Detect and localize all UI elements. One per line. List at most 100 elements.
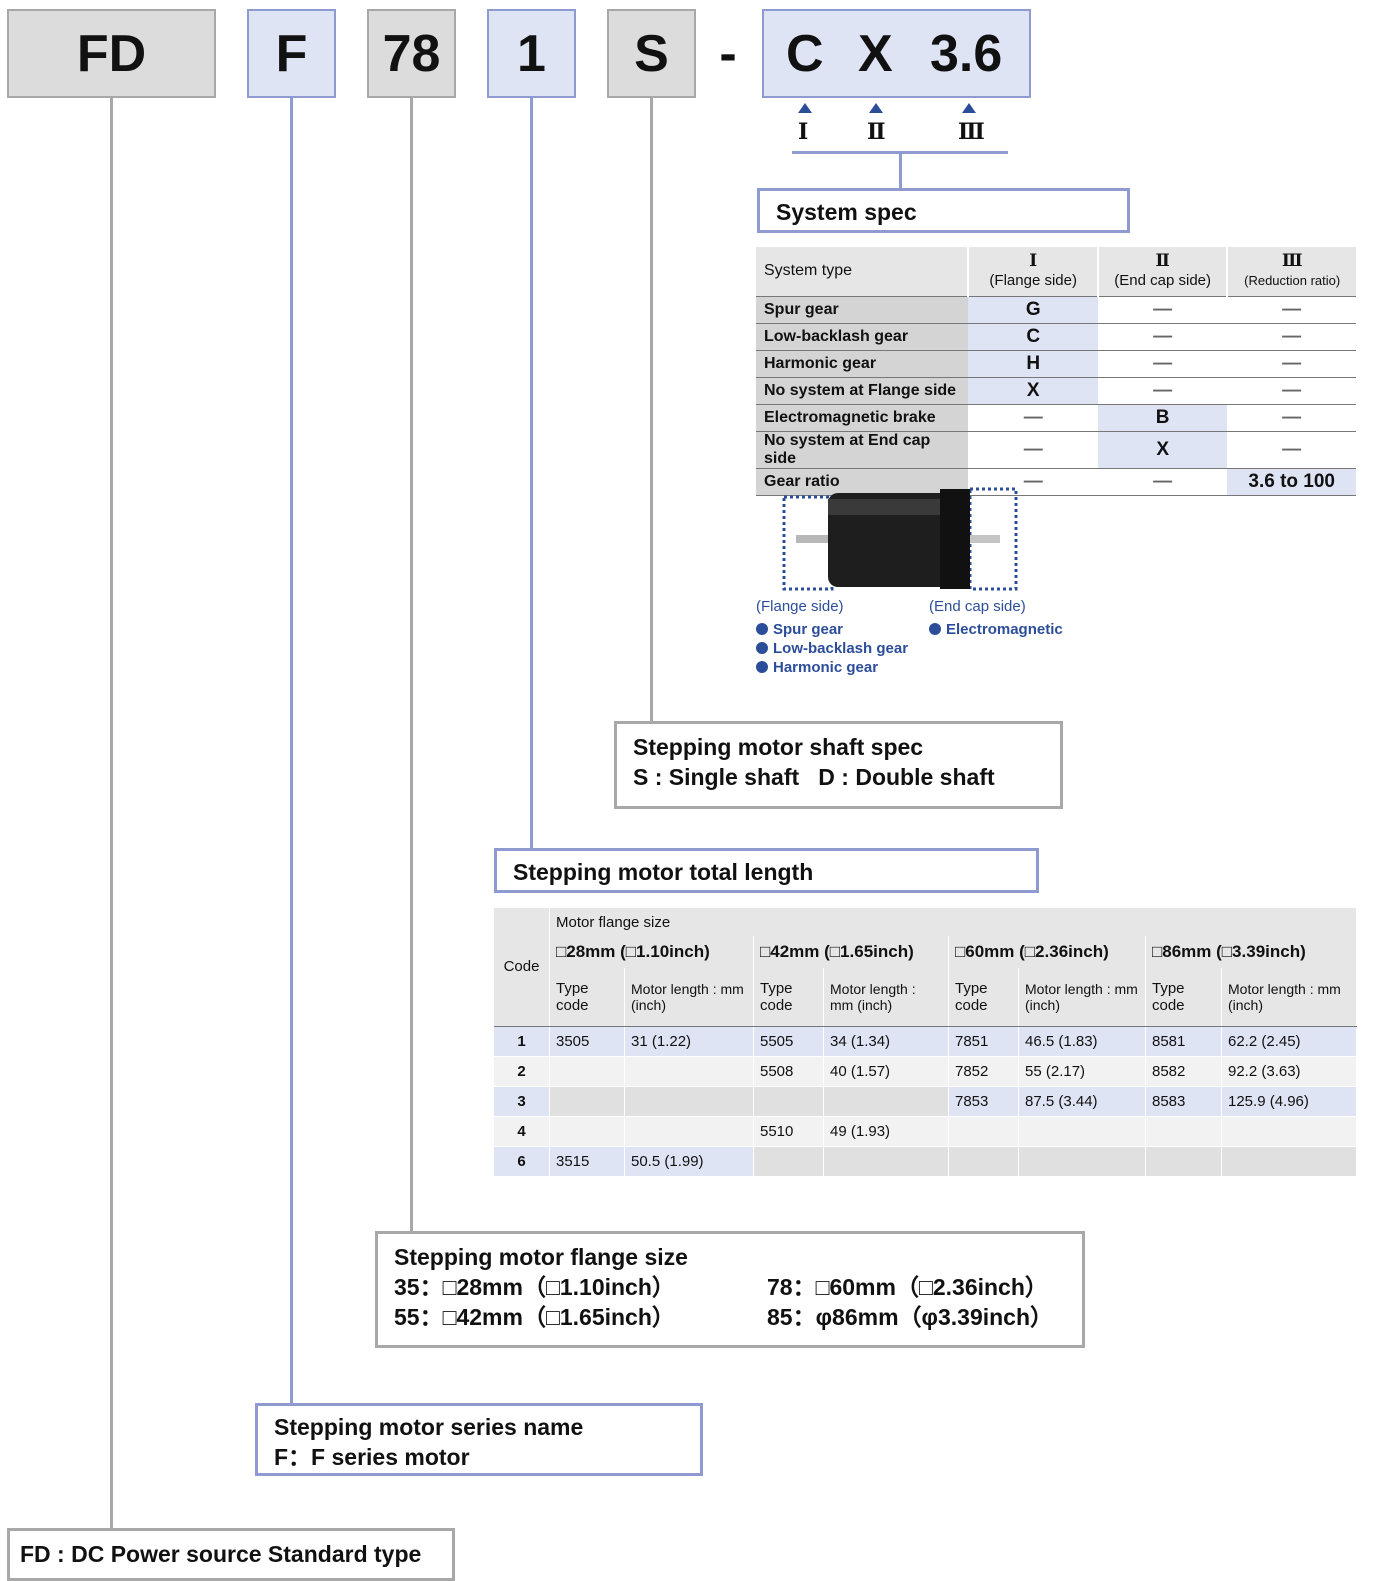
- table-cell: 55 (2.17): [1018, 1056, 1146, 1087]
- motor-length-header: Motor length : mm (inch): [624, 968, 754, 1027]
- flange-size-item: 85：φ86mm（φ3.39inch）: [767, 1304, 1054, 1330]
- system-row: No system at End cap side — X —: [756, 431, 1356, 469]
- table-cell: [823, 1086, 949, 1117]
- table-cell: 7851: [948, 1026, 1019, 1057]
- arrow-up-icon: [798, 103, 812, 113]
- type-code-header: Type code: [549, 968, 625, 1027]
- table-cell: [1145, 1146, 1222, 1177]
- table-cell: 5508: [753, 1056, 824, 1087]
- table-cell: [549, 1086, 625, 1117]
- flange-item-text: Low-backlash gear: [773, 640, 909, 657]
- table-cell: [624, 1086, 754, 1117]
- code-series-text: F: [275, 24, 308, 83]
- cell: —: [1227, 323, 1356, 351]
- code-flange-size-text: 78: [382, 24, 441, 83]
- system-row: Spur gear G — —: [756, 296, 1356, 324]
- roman-2: Ⅱ: [867, 119, 886, 145]
- table-row: 1 3505 31 (1.22) 5505 34 (1.34) 7851 46.5 (1.8…: [494, 1026, 1357, 1057]
- flange-size-box: Stepping motor flange size 35：□28mm（□1.1…: [375, 1231, 1085, 1348]
- series-box: Stepping motor series name F：F series mo…: [255, 1403, 703, 1476]
- system-row: No system at Flange side X — —: [756, 377, 1356, 405]
- flange-item: Spur gear: [756, 621, 843, 638]
- code-system: C X 3.6: [762, 9, 1031, 98]
- size-header: □42mm (□1.65inch): [753, 936, 949, 968]
- table-cell: 8581: [1145, 1026, 1222, 1057]
- bullet-icon: [929, 623, 941, 635]
- code-total-length: 1: [487, 9, 576, 98]
- row-code: 3: [494, 1086, 550, 1117]
- code-flange-size: 78: [367, 9, 456, 98]
- col2-sub: (End cap side): [1114, 272, 1212, 290]
- arrow-up-icon: [869, 103, 883, 113]
- col1-sub: (Flange side): [989, 272, 1077, 290]
- code-shaft: S: [607, 9, 696, 98]
- table-cell: [753, 1146, 824, 1177]
- motor-length-header: Motor length : mm (inch): [1221, 968, 1357, 1027]
- table-cell: 49 (1.93): [823, 1116, 949, 1147]
- flange-size-item: 55：□42mm（□1.65inch）: [394, 1304, 675, 1330]
- code-shaft-text: S: [634, 24, 669, 83]
- connector-fd: [110, 98, 113, 1528]
- size-header: □28mm (□1.10inch): [549, 936, 754, 968]
- flange-size-item: 35：□28mm（□1.10inch）: [394, 1274, 675, 1300]
- code-total-length-text: 1: [517, 24, 546, 83]
- motor-image: [782, 487, 1018, 591]
- roman-1: I: [798, 119, 809, 145]
- table-cell: 40 (1.57): [823, 1056, 949, 1087]
- table-cell: 34 (1.34): [823, 1026, 949, 1057]
- table-cell: [1018, 1116, 1146, 1147]
- cell: —: [1097, 468, 1228, 496]
- flange-item: Harmonic gear: [756, 659, 878, 676]
- table-cell: [1221, 1116, 1357, 1147]
- row-code: 1: [494, 1026, 550, 1057]
- table-cell: 50.5 (1.99): [624, 1146, 754, 1177]
- code-fd: FD: [7, 9, 216, 98]
- size-header: □60mm (□2.36inch): [948, 936, 1146, 968]
- total-length-title: Stepping motor total length: [494, 848, 1039, 893]
- col2-roman: Ⅱ: [1155, 251, 1170, 272]
- row-name: Spur gear: [756, 296, 969, 324]
- row-name: No system at Flange side: [756, 377, 969, 405]
- table-cell: [1221, 1146, 1357, 1177]
- table-cell: 5505: [753, 1026, 824, 1057]
- cell: —: [1227, 377, 1356, 405]
- cell: X: [968, 377, 1098, 405]
- fd-label-box: FD : DC Power source Standard type: [7, 1528, 455, 1581]
- size-header: □86mm (□3.39inch): [1145, 936, 1357, 968]
- cell: G: [968, 296, 1098, 324]
- cell: —: [1227, 431, 1356, 469]
- endcap-item: Electromagnetic: [929, 621, 1063, 638]
- bullet-icon: [756, 623, 768, 635]
- table-cell: 125.9 (4.96): [1221, 1086, 1357, 1117]
- connector-total-length: [530, 98, 533, 850]
- flange-item: Low-backlash gear: [756, 640, 908, 657]
- col3-roman: Ⅲ: [1281, 251, 1303, 272]
- table-row: 2 5508 40 (1.57) 7852 55 (2.17) 8582 92.2 (3.6…: [494, 1056, 1357, 1087]
- cell: X: [1097, 431, 1228, 469]
- flange-size-header: Motor flange size: [549, 908, 1357, 936]
- table-row: 4 5510 49 (1.93): [494, 1116, 1357, 1147]
- flange-size-title: Stepping motor flange size: [394, 1244, 688, 1270]
- cell: —: [1227, 404, 1356, 432]
- roman-3: Ⅲ: [958, 119, 985, 145]
- type-code-header: Type code: [1145, 968, 1222, 1027]
- table-cell: 62.2 (2.45): [1221, 1026, 1357, 1057]
- cell: —: [1097, 296, 1228, 324]
- type-code-header: Type code: [753, 968, 824, 1027]
- code-dash: -: [708, 9, 748, 98]
- flange-item-text: Spur gear: [773, 621, 844, 638]
- table-cell: [549, 1056, 625, 1087]
- table-row: 6 3515 50.5 (1.99): [494, 1146, 1357, 1177]
- row-code: 4: [494, 1116, 550, 1147]
- table-cell: 7853: [948, 1086, 1019, 1117]
- cell: B: [1097, 404, 1228, 432]
- series-line: F：F series motor: [274, 1444, 470, 1470]
- table-cell: 87.5 (3.44): [1018, 1086, 1146, 1117]
- code-system-1: C: [786, 24, 824, 83]
- total-length-title-text: Stepping motor total length: [513, 859, 814, 885]
- cell: C: [968, 323, 1098, 351]
- col1-roman: I: [1029, 251, 1038, 272]
- shaft-spec-line: S : Single shaft D : Double shaft: [633, 764, 995, 790]
- table-cell: [948, 1116, 1019, 1147]
- system-row: Harmonic gear H — —: [756, 350, 1356, 378]
